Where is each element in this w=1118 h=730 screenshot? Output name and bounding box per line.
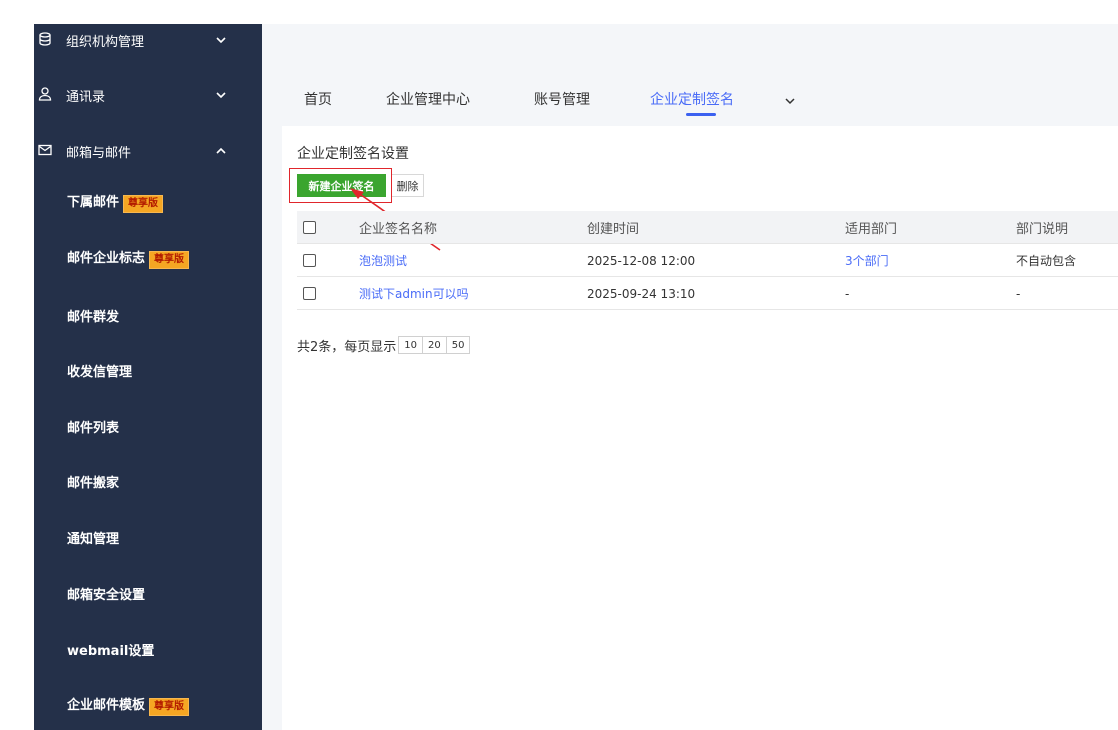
page-size-50[interactable]: 50 [445, 336, 471, 354]
column-header-created: 创建时间 [587, 222, 640, 237]
sidebar-item-send-receive[interactable]: 收发信管理 [34, 350, 262, 390]
tab-bar: 首页 企业管理中心 账号管理 企业定制签名 [262, 74, 1118, 124]
row-checkbox[interactable] [303, 254, 316, 267]
sidebar-item-security[interactable]: 邮箱安全设置 [34, 573, 262, 613]
sidebar-item-notifications[interactable]: 通知管理 [34, 517, 262, 557]
table-row: 泡泡测试 2025-12-08 12:00 3个部门 不自动包含 [297, 244, 1118, 277]
sidebar-item-label: 收发信管理 [67, 364, 133, 380]
top-header [262, 24, 1118, 74]
sidebar-item-label: 企业邮件模板 尊享版 [67, 694, 190, 716]
sidebar-item-label: 邮件企业标志 尊享版 [67, 247, 190, 269]
pagination-summary: 共2条，每页显示 [297, 339, 397, 355]
sidebar-group-label: 邮箱与邮件 [66, 145, 132, 161]
signature-table: 企业签名名称 创建时间 适用部门 部门说明 泡泡测试 2025-12-08 12… [297, 211, 1118, 310]
created-time: 2025-12-08 12:00 [587, 253, 696, 268]
chevron-up-icon [216, 147, 226, 154]
column-header-departments: 适用部门 [845, 222, 898, 237]
premium-badge: 尊享版 [149, 251, 190, 269]
page-size-20[interactable]: 20 [422, 336, 447, 354]
sidebar-group-label: 组织机构管理 [66, 34, 145, 50]
created-time: 2025-09-24 13:10 [587, 286, 696, 301]
departments-link[interactable]: 3个部门 [845, 244, 889, 277]
premium-badge: 尊享版 [149, 698, 190, 716]
row-checkbox[interactable] [303, 287, 316, 300]
sidebar-group-org[interactable]: 组织机构管理 [34, 20, 262, 60]
sidebar-item-label: 通知管理 [67, 531, 120, 547]
chevron-down-icon [216, 92, 226, 99]
sidebar-item-label: webmail设置 [67, 643, 155, 659]
chevron-down-icon [216, 37, 226, 44]
active-tab-indicator [686, 113, 716, 116]
pagination: 共2条，每页显示 10 20 50 [297, 335, 471, 355]
tab-account-management[interactable]: 账号管理 [534, 89, 590, 109]
sidebar-item-mail-logo[interactable]: 邮件企业标志 尊享版 [34, 238, 262, 278]
sidebar-item-label: 邮箱安全设置 [67, 587, 146, 603]
sidebar-item-mail-template[interactable]: 企业邮件模板 尊享版 [34, 685, 262, 725]
signature-name-link[interactable]: 测试下admin可以吗 [359, 277, 469, 310]
tab-home[interactable]: 首页 [304, 89, 332, 109]
database-icon [39, 32, 51, 46]
sidebar-item-label: 邮件群发 [67, 309, 120, 325]
premium-badge: 尊享版 [123, 195, 164, 213]
sidebar-item-webmail[interactable]: webmail设置 [34, 629, 262, 669]
sidebar-group-contacts[interactable]: 通讯录 [34, 75, 262, 115]
sidebar-item-label: 邮件列表 [67, 420, 120, 436]
select-all-checkbox[interactable] [303, 221, 316, 234]
tab-custom-signature[interactable]: 企业定制签名 [650, 89, 734, 109]
department-note: - [1016, 286, 1021, 301]
table-row: 测试下admin可以吗 2025-09-24 13:10 - - [297, 277, 1118, 310]
sidebar-group-mail[interactable]: 邮箱与邮件 [34, 131, 262, 171]
mail-icon [38, 144, 52, 156]
column-header-department-note: 部门说明 [1016, 222, 1069, 237]
sidebar-item-mail-list[interactable]: 邮件列表 [34, 406, 262, 446]
tab-enterprise-center[interactable]: 企业管理中心 [386, 89, 470, 109]
user-icon [38, 87, 52, 101]
new-signature-button[interactable]: 新建企业签名 [297, 174, 386, 197]
app-frame: 组织机构管理 通讯录 邮箱与邮件 下属邮件 尊享版 邮件企业标志 尊享版 邮件群发 … [0, 0, 1118, 730]
sidebar-item-label: 下属邮件 尊享版 [67, 191, 164, 213]
signature-name-link[interactable]: 泡泡测试 [359, 244, 407, 277]
sidebar-item-label: 邮件搬家 [67, 475, 120, 491]
page-title: 企业定制签名设置 [297, 146, 409, 162]
sidebar-item-mass-mail[interactable]: 邮件群发 [34, 295, 262, 335]
department-note: 不自动包含 [1016, 254, 1077, 268]
departments-value: - [845, 286, 850, 301]
chevron-down-icon[interactable] [784, 96, 796, 106]
sidebar-item-subordinate-mail[interactable]: 下属邮件 尊享版 [34, 182, 262, 222]
column-header-name: 企业签名名称 [359, 222, 438, 237]
table-header-row: 企业签名名称 创建时间 适用部门 部门说明 [297, 211, 1118, 244]
sidebar-group-label: 通讯录 [66, 89, 106, 105]
sidebar: 组织机构管理 通讯录 邮箱与邮件 下属邮件 尊享版 邮件企业标志 尊享版 邮件群发 … [34, 24, 262, 730]
sidebar-item-mail-migration[interactable]: 邮件搬家 [34, 461, 262, 501]
page-size-10[interactable]: 10 [398, 336, 424, 354]
delete-button[interactable]: 删除 [391, 174, 424, 197]
